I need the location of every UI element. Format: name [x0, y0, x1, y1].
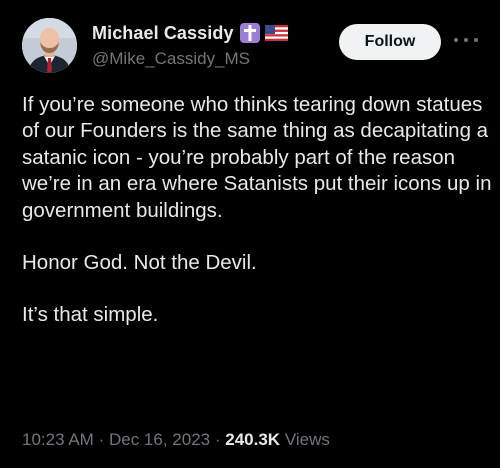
avatar[interactable]: [22, 18, 77, 73]
us-flag-icon: [264, 25, 288, 41]
tweet-paragraph: It’s that simple.: [22, 303, 159, 327]
display-name[interactable]: Michael Cassidy: [92, 23, 234, 44]
latin-cross-icon: [239, 23, 260, 43]
more-dot: [474, 38, 478, 42]
views-count[interactable]: 240.3K: [225, 430, 280, 449]
author-handle[interactable]: @Mike_Cassidy_MS: [92, 49, 288, 69]
author-names: Michael Cassidy @Mike_Cassidy_MS: [92, 20, 288, 69]
display-name-row: Michael Cassidy: [92, 20, 288, 46]
tweet-header: Michael Cassidy @Mike_Cassidy_MS Follow: [22, 18, 482, 74]
tweet-date[interactable]: Dec 16, 2023: [109, 430, 210, 449]
tweet-paragraph: If you’re someone who thinks tearing dow…: [22, 93, 492, 222]
follow-button[interactable]: Follow: [339, 24, 441, 60]
tweet-time[interactable]: 10:23 AM: [22, 430, 94, 449]
tweet-card: Michael Cassidy @Mike_Cassidy_MS Follow …: [0, 0, 500, 468]
more-dot: [454, 38, 458, 42]
meta-separator: ·: [98, 430, 105, 449]
tweet-meta: 10:23 AM · Dec 16, 2023 · 240.3K Views: [22, 430, 330, 450]
meta-separator: ·: [214, 430, 221, 449]
views-label: Views: [284, 430, 330, 449]
tweet-text: If you’re someone who thinks tearing dow…: [22, 92, 492, 329]
more-dot: [464, 38, 468, 42]
more-horizontal-icon[interactable]: [454, 30, 478, 50]
tweet-paragraph: Honor God. Not the Devil.: [22, 251, 257, 275]
